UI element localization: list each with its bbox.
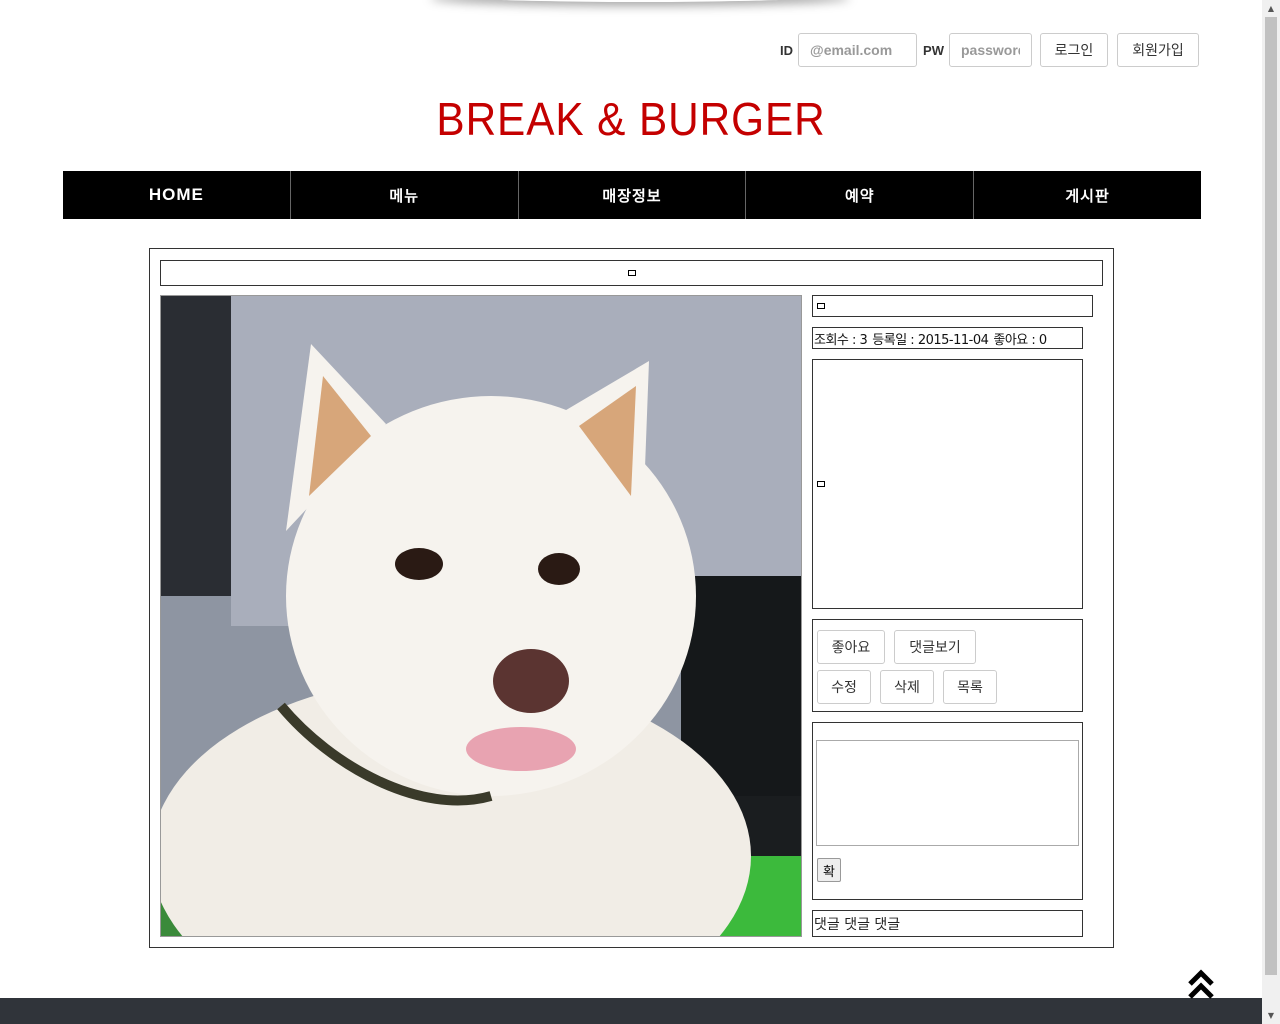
footer [0, 998, 1262, 1024]
scroll-up-arrow-icon[interactable]: ▲ [1262, 0, 1280, 17]
login-bar: ID PW 로그인 회원가입 [780, 33, 1199, 67]
scroll-top-button[interactable] [1187, 968, 1215, 1002]
chevron-double-up-icon [1188, 969, 1214, 999]
edit-button[interactable]: 수정 [817, 670, 871, 704]
nav-home[interactable]: HOME [63, 171, 291, 219]
comment-input[interactable] [816, 740, 1079, 846]
view-comments-button[interactable]: 댓글보기 [894, 630, 976, 664]
top-drop-shadow [430, 0, 850, 2]
post-subtitle-box [812, 295, 1093, 317]
pw-label: PW [923, 42, 944, 58]
post-photo [160, 295, 802, 937]
post-content [812, 359, 1083, 609]
view-count: 조회수 : 3 [814, 332, 868, 348]
missing-glyph-box [817, 303, 825, 309]
list-button[interactable]: 목록 [943, 670, 997, 704]
nav-menu[interactable]: 메뉴 [291, 171, 519, 219]
post-date: 등록일 : 2015-11-04 [872, 332, 989, 348]
login-button[interactable]: 로그인 [1040, 33, 1108, 67]
post-actions: 좋아요 댓글보기 수정 삭제 목록 [812, 619, 1083, 712]
like-count: 좋아요 : 0 [993, 332, 1047, 348]
missing-glyph-box [627, 270, 636, 276]
like-button[interactable]: 좋아요 [817, 630, 885, 664]
main-nav: HOME 메뉴 매장정보 예약 게시판 [63, 171, 1201, 219]
post-detail-panel: 조회수 : 3 등록일 : 2015-11-04 좋아요 : 0 좋아요 댓글보… [149, 248, 1114, 948]
dog-photo-icon [161, 296, 801, 936]
scrollbar-thumb[interactable] [1265, 17, 1277, 975]
nav-board[interactable]: 게시판 [974, 171, 1201, 219]
brand-title[interactable]: BREAK & BURGER [50, 92, 1211, 146]
id-label: ID [780, 42, 794, 58]
email-input[interactable] [798, 33, 918, 67]
delete-button[interactable]: 삭제 [880, 670, 934, 704]
page-scrollbar[interactable]: ▲ ▼ [1262, 0, 1280, 1024]
password-input[interactable] [949, 33, 1032, 67]
post-meta: 조회수 : 3 등록일 : 2015-11-04 좋아요 : 0 [812, 327, 1083, 349]
comment-form: 확 [812, 722, 1083, 900]
nav-store-info[interactable]: 매장정보 [519, 171, 747, 219]
post-title-box [160, 260, 1103, 286]
signup-button[interactable]: 회원가입 [1117, 33, 1199, 67]
scroll-down-arrow-icon[interactable]: ▼ [1262, 1007, 1280, 1024]
comment-list: 댓글 댓글 댓글 [812, 910, 1083, 937]
missing-glyph-box [817, 481, 825, 487]
comment-submit-button[interactable]: 확 [817, 858, 841, 882]
nav-reservation[interactable]: 예약 [746, 171, 975, 219]
